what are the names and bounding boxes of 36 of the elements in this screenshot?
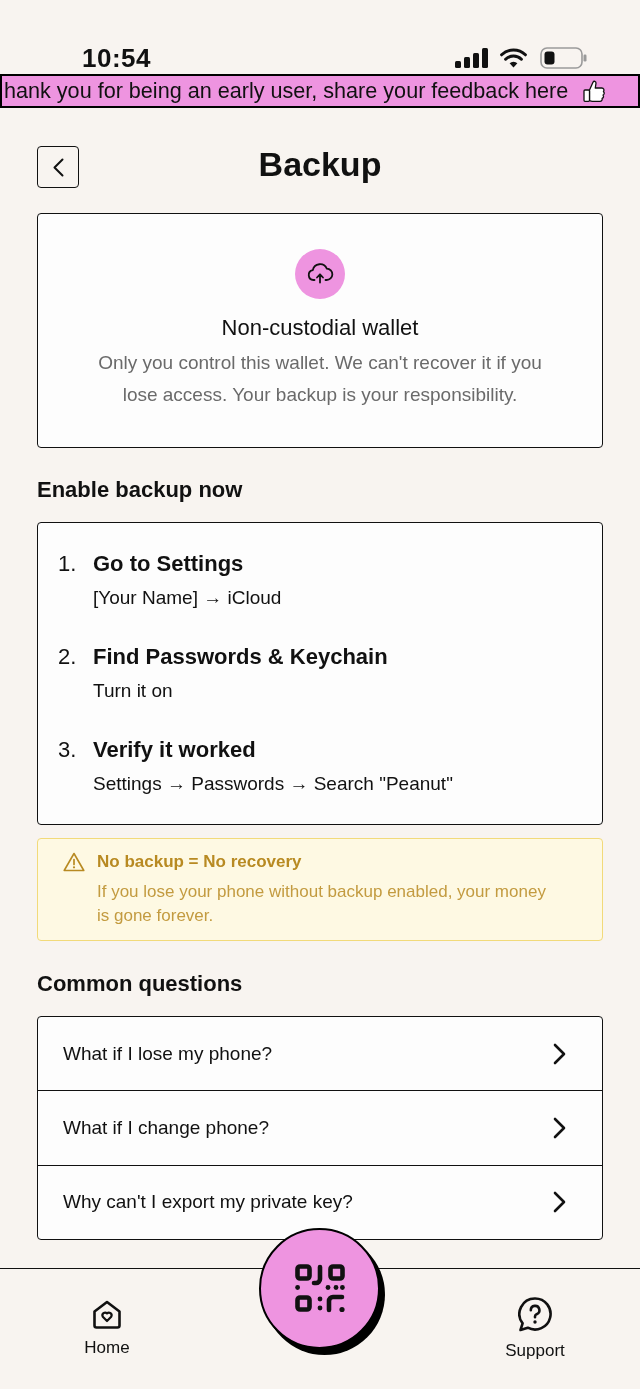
battery-icon xyxy=(540,47,587,69)
status-time: 10:54 xyxy=(82,43,151,73)
back-button[interactable] xyxy=(37,146,79,188)
feedback-banner[interactable]: hank you for being an early user, share your feedback here xyxy=(0,74,640,108)
step-number: 1. xyxy=(58,550,78,578)
step-number: 2. xyxy=(58,643,78,671)
help-bubble-icon xyxy=(518,1297,552,1332)
cloud-upload-icon xyxy=(295,249,345,299)
step-title: Go to Settings xyxy=(93,550,245,578)
faq-item[interactable]: What if I change phone? xyxy=(38,1090,602,1165)
step-title: Find Passwords & Keychain xyxy=(93,643,389,671)
section-heading: Common questions xyxy=(37,970,244,998)
signal-icon xyxy=(455,48,488,68)
nav-tab[interactable]: Support xyxy=(470,1269,600,1362)
step-title: Verify it worked xyxy=(93,736,257,764)
chevron-right-icon xyxy=(553,1191,566,1214)
chevron-right-icon xyxy=(553,1042,566,1065)
warning-title: No backup = No recovery xyxy=(97,851,303,873)
step-detail: [Your Name] → iCloud xyxy=(93,586,283,610)
faq-item[interactable]: What if I lose my phone? xyxy=(38,1017,602,1090)
thumbs-up-icon xyxy=(582,79,607,103)
card-title: Non-custodial wallet xyxy=(221,314,419,342)
nav-tab[interactable]: Home xyxy=(42,1269,172,1359)
warning-message: If you lose your phone without backup enabled, your money is gone forever. xyxy=(97,881,547,927)
qr-code-icon xyxy=(294,1264,345,1313)
wifi-icon xyxy=(500,48,527,68)
page-title: Backup xyxy=(257,144,383,184)
card-description: Only you control this wallet. We can't recover it if you lose access. Your backup is your responsibility. xyxy=(97,351,543,407)
house-heart-icon xyxy=(92,1300,122,1330)
chevron-right-icon xyxy=(553,1116,566,1139)
chevron-left-icon xyxy=(52,157,64,177)
step-detail: Turn it on xyxy=(93,679,174,703)
warning-icon xyxy=(63,852,85,872)
section-heading: Enable backup now xyxy=(37,476,244,504)
step-number: 3. xyxy=(58,736,78,764)
step-detail: Settings → Passwords → Search "Peanut" xyxy=(93,772,454,796)
